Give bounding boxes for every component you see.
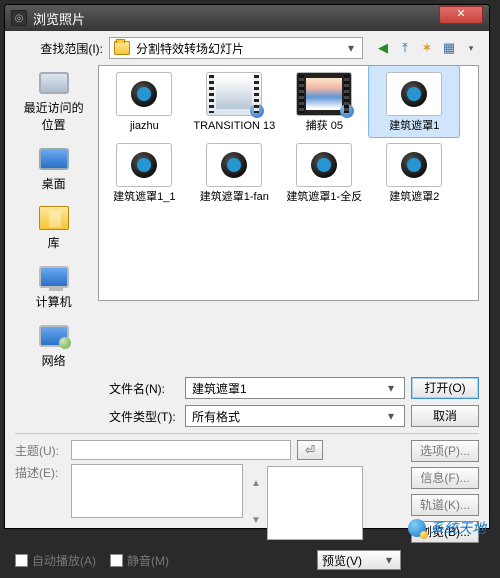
autoplay-label: 自动播放(A) [32, 552, 96, 569]
desc-up-icon[interactable]: ▲ [251, 478, 261, 489]
preview-dropdown[interactable]: 预览(V) ▾ [317, 550, 401, 570]
options-button[interactable]: 选项(P)... [411, 440, 479, 462]
file-item[interactable]: 建筑遮罩2 [369, 137, 459, 208]
preview-area [267, 466, 363, 540]
place-label: 最近访问的位置 [19, 99, 89, 133]
video-thumb-icon [206, 72, 262, 116]
lookin-combo[interactable]: 分割特效转场幻灯片 ▾ [109, 37, 363, 59]
views-icon[interactable]: ▦ [441, 40, 457, 56]
return-button[interactable]: ⏎ [297, 440, 323, 460]
place-label: 网络 [19, 352, 89, 369]
lookin-label: 查找范围(I): [15, 40, 103, 57]
window-title: 浏览照片 [33, 9, 439, 28]
capture-thumb-icon [296, 72, 352, 116]
file-name-label: 建筑遮罩1-全反 [281, 191, 367, 204]
file-name-label: TRANSITION 13 [191, 120, 277, 133]
file-item[interactable]: 建筑遮罩1-fan [189, 137, 279, 208]
desktop-icon [39, 148, 69, 170]
file-item[interactable]: 捕获 05 [279, 66, 369, 137]
play-badge-icon [250, 104, 264, 118]
desc-down-icon[interactable]: ▼ [251, 515, 261, 526]
places-bar: 最近访问的位置 桌面 库 计算机 网络 [15, 65, 92, 369]
place-library[interactable]: 库 [19, 202, 89, 251]
open-button[interactable]: 打开(O) [411, 377, 479, 399]
file-item[interactable]: 建筑遮罩1-全反 [279, 137, 369, 208]
filetype-combo[interactable]: 所有格式 ▾ [185, 405, 405, 427]
place-label: 库 [19, 234, 89, 251]
checkbox-icon [110, 554, 123, 567]
filename-value: 建筑遮罩1 [192, 380, 247, 397]
file-list[interactable]: jiazhu TRANSITION 13 捕获 05 建筑遮罩1 建筑遮罩1_1 建筑遮罩… [98, 65, 479, 301]
computer-icon [39, 266, 69, 288]
place-label: 桌面 [19, 175, 89, 192]
file-thumb-icon [386, 143, 442, 187]
nav-back-icon[interactable]: ◀ [375, 40, 391, 56]
watermark-icon [408, 519, 426, 537]
file-thumb-icon [386, 72, 442, 116]
file-thumb-icon [206, 143, 262, 187]
filetype-value: 所有格式 [192, 408, 240, 425]
filetype-label: 文件类型(T): [109, 408, 179, 425]
place-recent[interactable]: 最近访问的位置 [19, 67, 89, 133]
lookin-value: 分割特效转场幻灯片 [136, 40, 344, 57]
app-icon [11, 10, 27, 26]
file-open-dialog: 浏览照片 ✕ 查找范围(I): 分割特效转场幻灯片 ▾ ◀ ⤒ ✶ ▦ ▾ [4, 4, 490, 529]
network-icon [39, 325, 69, 347]
watermark: 系统天地 [408, 518, 486, 538]
file-thumb-icon [116, 143, 172, 187]
subject-label: 主题(U): [15, 442, 65, 459]
checkbox-icon [15, 554, 28, 567]
file-item[interactable]: 建筑遮罩1_1 [99, 137, 189, 208]
watermark-text: 系统天地 [430, 518, 486, 538]
chevron-down-icon: ▾ [384, 381, 398, 395]
file-name-label: jiazhu [101, 120, 187, 133]
filename-combo[interactable]: 建筑遮罩1 ▾ [185, 377, 405, 399]
new-folder-icon[interactable]: ✶ [419, 40, 435, 56]
library-icon [39, 206, 69, 230]
file-name-label: 建筑遮罩1 [371, 120, 457, 133]
subject-input[interactable] [71, 440, 291, 460]
file-name-label: 捕获 05 [281, 120, 367, 133]
chevron-down-icon: ▾ [384, 409, 398, 423]
place-desktop[interactable]: 桌面 [19, 143, 89, 192]
file-name-label: 建筑遮罩1_1 [101, 191, 187, 204]
desc-label: 描述(E): [15, 464, 65, 481]
recent-icon [39, 72, 69, 94]
views-drop-icon[interactable]: ▾ [463, 40, 479, 56]
file-name-label: 建筑遮罩1-fan [191, 191, 277, 204]
cancel-button[interactable]: 取消 [411, 405, 479, 427]
play-badge-icon [340, 104, 354, 118]
titlebar: 浏览照片 ✕ [5, 5, 489, 31]
file-thumb-icon [116, 72, 172, 116]
place-network[interactable]: 网络 [19, 320, 89, 369]
place-computer[interactable]: 计算机 [19, 261, 89, 310]
filename-label: 文件名(N): [109, 380, 179, 397]
file-item[interactable]: jiazhu [99, 66, 189, 137]
mute-checkbox[interactable]: 静音(M) [110, 552, 169, 569]
info-button[interactable]: 信息(F)... [411, 467, 479, 489]
folder-icon [114, 41, 130, 55]
chevron-down-icon: ▾ [344, 41, 358, 55]
autoplay-checkbox[interactable]: 自动播放(A) [15, 552, 96, 569]
close-button[interactable]: ✕ [439, 6, 483, 24]
file-item[interactable]: 建筑遮罩1 [369, 66, 459, 137]
return-icon: ⏎ [305, 443, 315, 457]
file-name-label: 建筑遮罩2 [371, 191, 457, 204]
description-textarea[interactable] [71, 464, 243, 518]
tracks-button[interactable]: 轨道(K)... [411, 494, 479, 516]
preview-label: 预览(V) [322, 552, 362, 569]
nav-up-icon[interactable]: ⤒ [397, 40, 413, 56]
place-label: 计算机 [19, 293, 89, 310]
file-thumb-icon [296, 143, 352, 187]
file-item[interactable]: TRANSITION 13 [189, 66, 279, 137]
mute-label: 静音(M) [127, 552, 169, 569]
chevron-down-icon: ▾ [382, 553, 396, 567]
separator [15, 433, 479, 434]
